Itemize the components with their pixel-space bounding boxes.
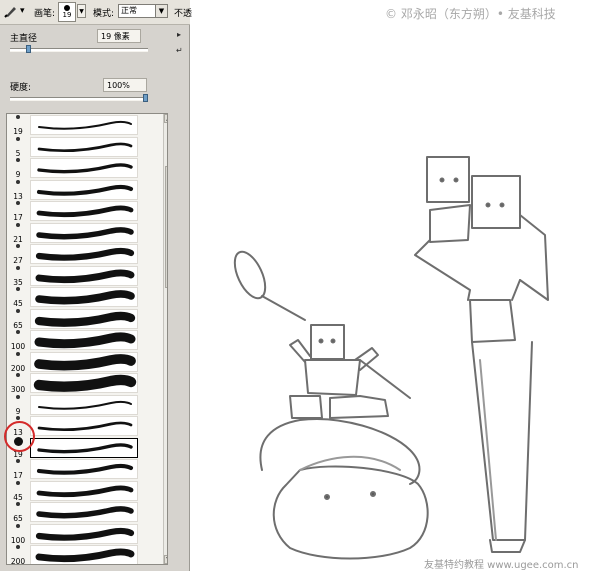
brush-tip-icon (16, 523, 20, 528)
brush-stroke-preview (30, 394, 138, 415)
brush-preset-item[interactable]: 100 (7, 523, 161, 545)
mode-select-value: 正常 (121, 6, 137, 15)
brush-tip-icon (16, 330, 20, 334)
selected-brush-highlight-circle (4, 421, 35, 452)
brush-stroke-preview (30, 437, 138, 458)
brush-preview-size: 19 (62, 11, 72, 19)
brush-preset-item[interactable]: 19 (7, 114, 161, 136)
brush-preset-list[interactable]: 19 5 9 13 17 21 27 35 45 65 100 200 300 9 13 19 17 45 65 10… (6, 113, 168, 565)
hardness-label: 硬度: (10, 83, 32, 93)
scroll-up-arrow-icon[interactable]: ▲ (164, 114, 167, 123)
brush-stroke-preview (30, 244, 138, 264)
brush-stroke-preview (30, 416, 138, 436)
brush-tip-icon (16, 201, 20, 205)
brush-preset-item[interactable]: 17 (7, 200, 161, 222)
brush-tip-icon (16, 287, 20, 291)
tool-preset-dropdown-icon[interactable]: ▾ (20, 6, 25, 16)
brush-stroke-preview (30, 265, 138, 286)
hardness-slider-thumb[interactable] (143, 94, 148, 102)
brush-preset-item[interactable]: 9 (7, 157, 161, 179)
brush-tip-icon (16, 394, 20, 399)
brush-stroke-preview (30, 201, 138, 221)
brush-tip-icon (16, 416, 20, 420)
brush-preset-item[interactable]: 9 (7, 394, 161, 416)
reset-size-icon[interactable]: ↵ (176, 46, 183, 55)
watermark-bottom-text: 友基特约教程 www.ugee.com.cn (424, 560, 579, 571)
sketch-canvas: © 邓永昭（东方朔）• 友基科技 友基特约教程 www.ugee.com.cn (191, 0, 598, 571)
chevron-down-icon: ▼ (155, 5, 167, 17)
brush-tool-icon[interactable] (3, 3, 19, 19)
brush-stroke-preview (30, 502, 138, 522)
mode-label: 模式: (93, 9, 115, 19)
watermark-top-text: © 邓永昭（东方朔）• 友基科技 (385, 7, 556, 21)
brush-tip-icon (16, 459, 20, 463)
master-diameter-field[interactable]: 19 像素 (97, 29, 141, 43)
hardness-field[interactable]: 100% (103, 78, 147, 92)
brush-panel: ▾ 画笔: 19 ▼ 模式: 正常 ▼ 不透 主直径 19 像素 ▸ ↵ 硬度:… (0, 0, 193, 571)
brush-preset-item[interactable]: 100 (7, 329, 161, 351)
hardness-slider-track[interactable] (10, 97, 148, 101)
brush-tip-icon (16, 351, 20, 356)
brush-preset-item[interactable]: 45 (7, 286, 161, 308)
brush-stroke-preview (30, 115, 138, 135)
brush-stroke-preview (30, 222, 138, 243)
brush-stroke-preview (30, 287, 138, 307)
brush-tip-icon (16, 115, 20, 119)
brush-tip-icon (16, 136, 20, 141)
brush-preset-preview[interactable]: 19 (58, 2, 76, 22)
brush-tip-icon (16, 502, 20, 506)
brush-preset-item[interactable]: 200 (7, 351, 161, 373)
brush-tip-icon (16, 545, 20, 549)
brush-tip-icon (16, 158, 20, 162)
brush-preset-item[interactable]: 17 (7, 458, 161, 480)
brush-tip-icon (16, 179, 20, 184)
scroll-down-arrow-icon[interactable]: ▼ (164, 555, 167, 564)
brush-stroke-preview (30, 330, 138, 350)
brush-preset-item[interactable]: 300 (7, 372, 161, 394)
brush-tip-icon (16, 480, 20, 485)
options-toolbar: ▾ 画笔: 19 ▼ 模式: 正常 ▼ 不透 (0, 0, 193, 25)
brush-label: 画笔: (34, 9, 56, 19)
diameter-slider-thumb[interactable] (25, 45, 31, 53)
brush-stroke-preview (30, 136, 138, 157)
master-diameter-label: 主直径 (10, 34, 38, 44)
brush-stroke-preview (30, 459, 138, 479)
brush-tip-icon (16, 308, 20, 313)
brush-tip-icon (16, 373, 20, 377)
brush-preset-item[interactable]: 45 (7, 480, 161, 502)
panel-menu-arrow-icon[interactable]: ▸ (177, 30, 181, 39)
brush-stroke-preview (30, 545, 138, 564)
brush-stroke-preview (30, 179, 138, 200)
brush-preset-item[interactable]: 27 (7, 243, 161, 265)
opacity-label: 不透 (174, 9, 193, 19)
brush-list-scrollbar[interactable]: ▲ ▼ (163, 114, 167, 564)
brush-stroke-preview (30, 308, 138, 329)
brush-stroke-preview (30, 480, 138, 501)
brush-stroke-preview (30, 373, 138, 393)
brush-stroke-preview (30, 351, 138, 372)
brush-tip-icon (16, 244, 20, 248)
brush-preset-item[interactable]: 35 (7, 265, 161, 287)
brush-tip-icon (16, 265, 20, 270)
brush-preset-item[interactable]: 21 (7, 222, 161, 244)
brush-size-label: 200 (10, 557, 26, 565)
brush-preset-item[interactable]: 200 (7, 544, 161, 565)
brush-preset-item[interactable]: 5 (7, 136, 161, 158)
brush-preset-item[interactable]: 13 (7, 179, 161, 201)
character-sketch-drawing (233, 156, 549, 560)
brush-stroke-preview (30, 523, 138, 544)
brush-preset-item[interactable]: 65 (7, 308, 161, 330)
brush-picker-dropdown-button[interactable]: ▼ (77, 4, 86, 18)
brush-tip-icon (16, 222, 20, 227)
brush-stroke-preview (30, 158, 138, 178)
scrollbar-thumb[interactable] (165, 166, 167, 288)
brush-preset-item[interactable]: 65 (7, 501, 161, 523)
mode-select[interactable]: 正常 ▼ (118, 4, 168, 18)
